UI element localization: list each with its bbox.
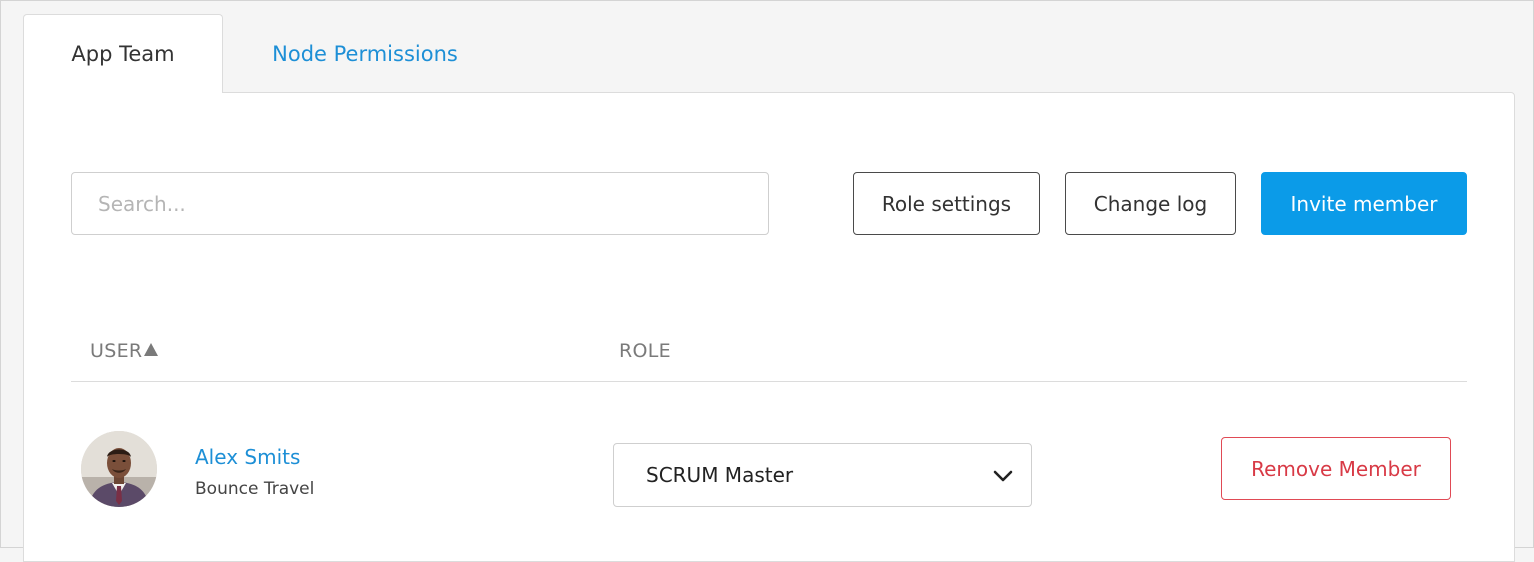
table-header-divider <box>71 381 1467 382</box>
search-input[interactable] <box>71 172 769 235</box>
column-header-role: ROLE <box>619 340 671 362</box>
role-select[interactable]: SCRUM Master <box>613 443 1032 507</box>
role-select-value: SCRUM Master <box>646 463 794 487</box>
chevron-down-icon <box>993 470 1013 482</box>
avatar-photo <box>81 431 157 507</box>
remove-member-label: Remove Member <box>1251 456 1421 481</box>
change-log-button[interactable]: Change log <box>1065 172 1236 235</box>
role-settings-label: Role settings <box>881 191 1012 216</box>
role-settings-button[interactable]: Role settings <box>853 172 1040 235</box>
column-header-user[interactable]: USER <box>90 340 159 362</box>
tab-app-team-label: App Team <box>71 42 175 66</box>
remove-member-button[interactable]: Remove Member <box>1221 437 1451 500</box>
column-header-role-label: ROLE <box>619 340 671 362</box>
user-name-link[interactable]: Alex Smits <box>195 445 300 469</box>
avatar <box>81 431 157 507</box>
user-company: Bounce Travel <box>195 479 315 499</box>
tab-app-team[interactable]: App Team <box>23 14 223 93</box>
tab-node-permissions-label: Node Permissions <box>272 41 458 66</box>
triangle-up-icon <box>144 343 159 356</box>
invite-member-button[interactable]: Invite member <box>1261 172 1467 235</box>
change-log-label: Change log <box>1093 191 1208 216</box>
tab-node-permissions[interactable]: Node Permissions <box>240 14 490 93</box>
column-header-user-label: USER <box>90 340 143 362</box>
invite-member-label: Invite member <box>1290 191 1438 216</box>
